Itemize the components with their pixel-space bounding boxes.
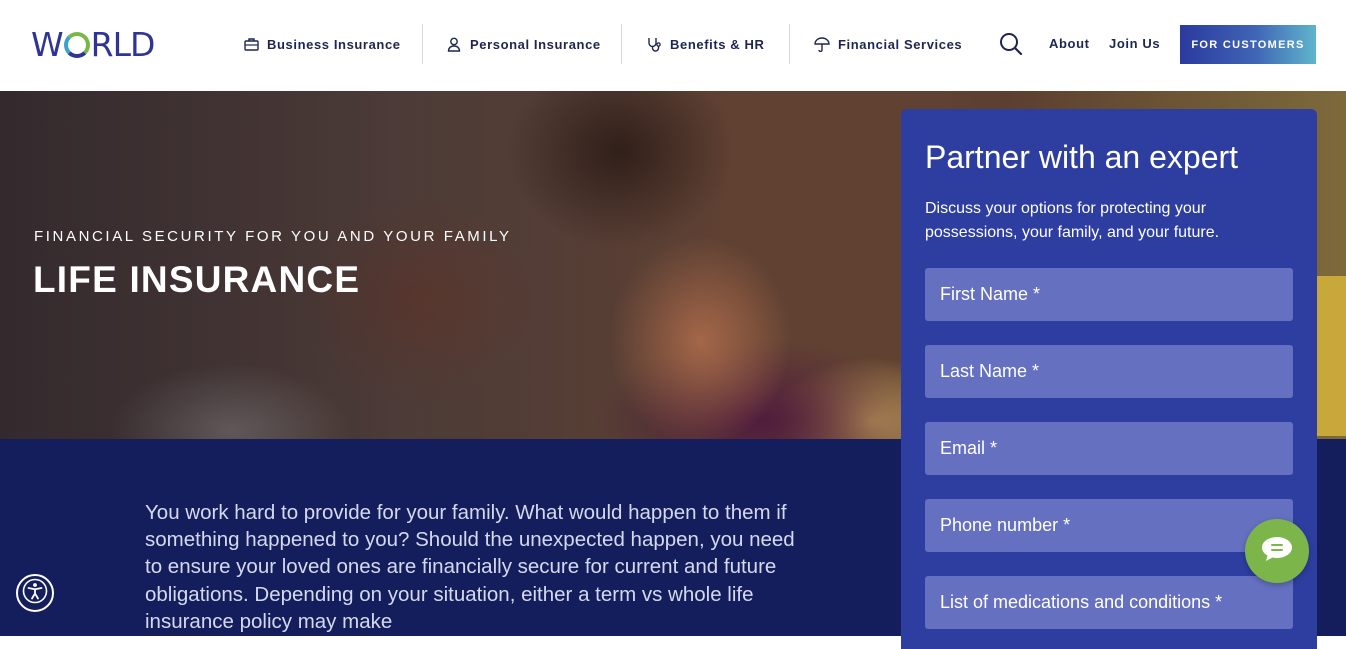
medications-conditions-field[interactable]: List of medications and conditions * [925,576,1293,629]
nav-divider [621,24,622,64]
accessibility-button[interactable] [16,574,54,612]
form-title: Partner with an expert [925,139,1238,176]
email-field[interactable]: Email * [925,422,1293,475]
nav-divider [789,24,790,64]
world-logo[interactable]: W RLD [31,24,154,64]
nav-label: Business Insurance [267,37,401,52]
site-header: W RLD Business Insurance Personal Insuran… [0,0,1346,91]
logo-text-left: W [31,25,63,64]
nav-benefits-hr[interactable]: Benefits & HR [646,24,764,64]
nav-label: Personal Insurance [470,37,601,52]
for-customers-button[interactable]: FOR CUSTOMERS [1180,25,1316,64]
stethoscope-icon [646,36,662,52]
chat-icon [1260,535,1294,568]
nav-label: Financial Services [838,37,962,52]
hero-eyebrow: FINANCIAL SECURITY FOR YOU AND YOUR FAMI… [34,228,512,245]
person-icon [446,36,462,52]
logo-text-right: RLD [91,25,155,64]
nav-label: Benefits & HR [670,37,764,52]
form-subtitle: Discuss your options for protecting your… [925,197,1285,245]
nav-personal-insurance[interactable]: Personal Insurance [446,24,601,64]
first-name-field[interactable]: First Name * [925,268,1293,321]
phone-number-field[interactable]: Phone number * [925,499,1293,552]
accessibility-icon [22,578,48,609]
briefcase-icon [243,36,259,52]
last-name-field[interactable]: Last Name * [925,345,1293,398]
page-title: LIFE INSURANCE [33,259,360,301]
intro-paragraph: You work hard to provide for your family… [145,499,795,635]
logo-o-mark [64,32,90,58]
nav-financial-services[interactable]: Financial Services [814,24,962,64]
search-icon[interactable] [998,31,1024,57]
nav-business-insurance[interactable]: Business Insurance [243,24,401,64]
nav-about-link[interactable]: About [1049,36,1090,51]
chat-widget-button[interactable] [1245,519,1309,583]
nav-join-us-link[interactable]: Join Us [1109,36,1160,51]
nav-divider [422,24,423,64]
umbrella-icon [814,36,830,52]
